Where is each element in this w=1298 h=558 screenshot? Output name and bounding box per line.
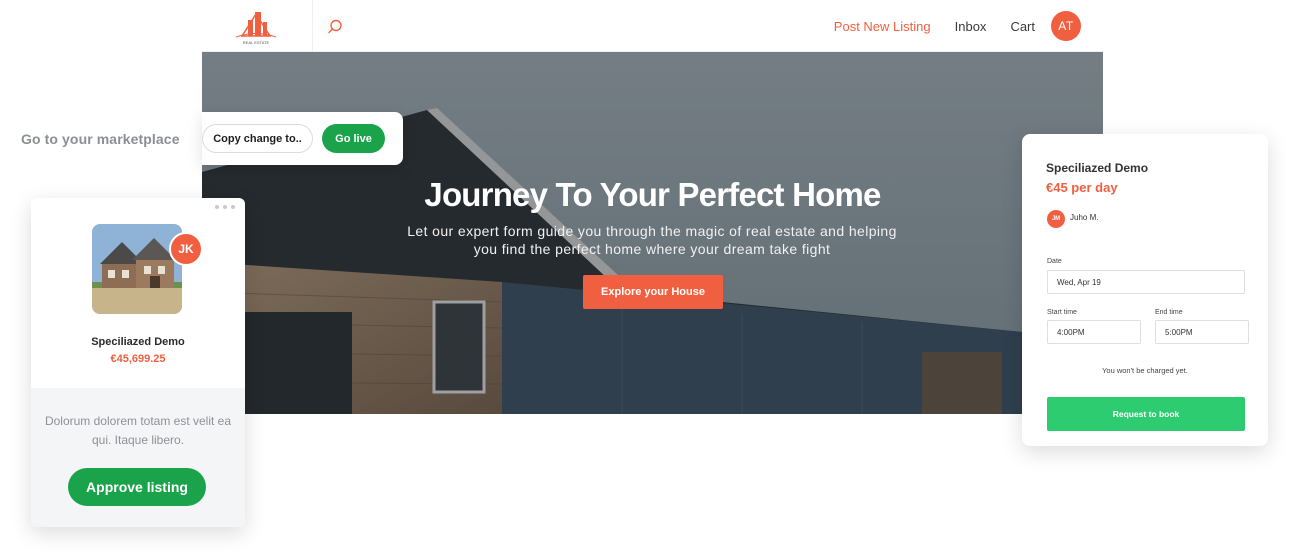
go-live-button[interactable]: Go live xyxy=(322,124,385,153)
listing-thumbnail xyxy=(92,224,182,314)
nav-divider xyxy=(312,0,313,52)
host-avatar: JM xyxy=(1047,210,1065,228)
end-time-field[interactable]: 5:00PM xyxy=(1155,320,1249,344)
host-name: Juho M. xyxy=(1070,213,1099,222)
date-label: Date xyxy=(1047,258,1062,265)
inbox-link[interactable]: Inbox xyxy=(955,19,987,34)
real-estate-logo[interactable]: REAL ESTATE xyxy=(228,6,284,48)
listing-price: €45,699.25 xyxy=(110,353,166,365)
start-time-field[interactable]: 4:00PM xyxy=(1047,320,1141,344)
marketplace-actions: Copy change to.. Go live xyxy=(202,112,403,165)
hero-subtitle: Let our expert form guide you through th… xyxy=(407,223,897,257)
top-navigation: REAL ESTATE Post New Listing Inbox Cart … xyxy=(202,0,1103,52)
more-options-icon[interactable] xyxy=(215,205,235,209)
user-avatar[interactable]: AT xyxy=(1051,11,1081,41)
booking-price: €45 per day xyxy=(1046,180,1118,195)
request-to-book-button[interactable]: Request to book xyxy=(1047,397,1245,431)
copy-change-button[interactable]: Copy change to.. xyxy=(202,124,313,153)
date-field[interactable]: Wed, Apr 19 xyxy=(1047,270,1245,294)
charge-note: You won't be charged yet. xyxy=(1102,366,1188,375)
hero-title: Journey To Your Perfect Home xyxy=(424,176,881,213)
marketplace-label[interactable]: Go to your marketplace xyxy=(21,131,180,147)
website-preview: REAL ESTATE Post New Listing Inbox Cart … xyxy=(202,0,1103,414)
approve-listing-button[interactable]: Approve listing xyxy=(68,468,206,506)
end-time-label: End time xyxy=(1155,309,1183,316)
start-time-label: Start time xyxy=(1047,309,1077,316)
explore-house-button[interactable]: Explore your House xyxy=(583,275,723,309)
listing-card: JK Speciliazed Demo €45,699.25 Dolorum d… xyxy=(31,198,245,527)
booking-title: Speciliazed Demo xyxy=(1046,161,1149,175)
seller-avatar: JK xyxy=(169,232,203,266)
booking-card: Speciliazed Demo €45 per day JM Juho M. … xyxy=(1022,134,1268,446)
svg-text:REAL ESTATE: REAL ESTATE xyxy=(243,40,270,45)
hero-banner: Journey To Your Perfect Home Let our exp… xyxy=(202,52,1103,414)
post-new-listing-link[interactable]: Post New Listing xyxy=(834,19,931,34)
listing-description: Dolorum dolorem totam est velit ea qui. … xyxy=(44,414,232,447)
listing-footer: Dolorum dolorem totam est velit ea qui. … xyxy=(31,388,245,527)
nav-links: Post New Listing Inbox Cart AT xyxy=(834,11,1081,41)
cart-link[interactable]: Cart xyxy=(1010,19,1035,34)
listing-title: Speciliazed Demo xyxy=(91,336,185,348)
search-icon[interactable] xyxy=(326,18,344,36)
